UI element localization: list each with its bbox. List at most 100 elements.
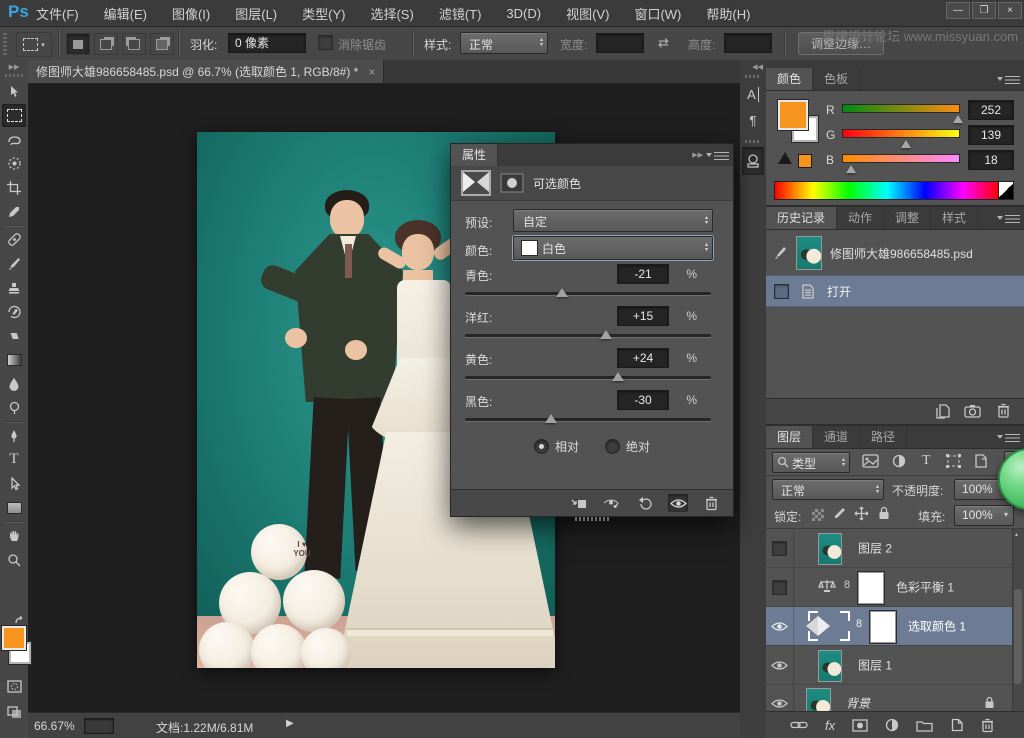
restore-button[interactable]: ❐ bbox=[972, 2, 996, 19]
layer-thumbnail[interactable] bbox=[818, 650, 842, 682]
filter-pixel-layers-icon[interactable] bbox=[862, 454, 879, 468]
paragraph-panel-button[interactable]: ¶ bbox=[742, 108, 764, 132]
red-channel-thumb[interactable] bbox=[953, 115, 963, 123]
antialias-checkbox[interactable] bbox=[318, 35, 333, 50]
add-layer-mask-icon[interactable] bbox=[852, 719, 868, 732]
color-spectrum-ramp[interactable] bbox=[774, 181, 1000, 200]
delete-adjustment-trash-icon[interactable] bbox=[701, 494, 721, 512]
tab-color[interactable]: 颜色 bbox=[766, 68, 813, 90]
toolbar-grip[interactable] bbox=[5, 74, 23, 77]
eyedropper-tool[interactable] bbox=[2, 200, 26, 223]
eraser-tool[interactable] bbox=[2, 324, 26, 347]
magenta-slider-track[interactable] bbox=[465, 334, 711, 337]
tab-properties[interactable]: 属性 bbox=[451, 144, 498, 166]
tool-preset-marquee[interactable]: ▾ bbox=[16, 32, 52, 57]
menu-layer[interactable]: 图层(L) bbox=[235, 4, 277, 23]
history-step-open-row[interactable]: 打开 bbox=[766, 275, 1024, 307]
gradient-tool[interactable] bbox=[2, 348, 26, 371]
absolute-radio[interactable]: 绝对 bbox=[605, 438, 650, 455]
rectangular-marquee-tool[interactable] bbox=[2, 104, 26, 127]
character-panel-button[interactable]: A bbox=[742, 82, 764, 106]
green-channel-slider[interactable] bbox=[842, 129, 960, 138]
menu-window[interactable]: 窗口(W) bbox=[634, 4, 681, 23]
visibility-well[interactable] bbox=[766, 529, 794, 567]
menu-select[interactable]: 选择(S) bbox=[370, 4, 413, 23]
menu-image[interactable]: 图像(I) bbox=[172, 4, 210, 23]
yellow-value[interactable]: +24 bbox=[617, 348, 669, 368]
tab-history[interactable]: 历史记录 bbox=[766, 207, 837, 229]
tab-adjustments[interactable]: 调整 bbox=[884, 207, 931, 229]
tab-styles[interactable]: 样式 bbox=[931, 207, 978, 229]
fill-dropdown[interactable]: 100% ▾ bbox=[954, 505, 1014, 526]
move-tool[interactable] bbox=[2, 80, 26, 103]
lock-position-icon[interactable] bbox=[854, 506, 869, 521]
red-channel-slider[interactable] bbox=[842, 104, 960, 113]
layer-row-color-balance[interactable]: 8 色彩平衡 1 bbox=[766, 568, 1024, 607]
swap-dimensions-icon[interactable]: ⇄ bbox=[658, 35, 669, 51]
width-input[interactable] bbox=[596, 33, 644, 53]
black-slider-track[interactable] bbox=[465, 418, 711, 421]
cyan-slider-track[interactable] bbox=[465, 292, 711, 295]
toolbar-expand-icon[interactable]: ▶▶ bbox=[0, 60, 28, 71]
new-document-from-state-icon[interactable] bbox=[935, 404, 952, 419]
menu-file[interactable]: 文件(F) bbox=[36, 4, 79, 23]
filter-shape-layers-icon[interactable] bbox=[946, 454, 961, 468]
filter-adjustment-layers-icon[interactable] bbox=[892, 454, 906, 468]
height-input[interactable] bbox=[724, 33, 772, 53]
preset-dropdown[interactable]: 自定 ▴▾ bbox=[513, 209, 713, 232]
gamut-warning-swatch[interactable] bbox=[798, 154, 812, 168]
new-layer-icon[interactable] bbox=[950, 718, 964, 732]
type-tool[interactable]: T bbox=[2, 448, 26, 471]
dodge-tool[interactable] bbox=[2, 396, 26, 419]
history-step-checkbox[interactable] bbox=[774, 284, 789, 299]
new-adjustment-layer-icon[interactable] bbox=[885, 718, 899, 732]
tab-channels[interactable]: 通道 bbox=[813, 426, 860, 448]
cyan-value[interactable]: -21 bbox=[617, 264, 669, 284]
quick-selection-tool[interactable] bbox=[2, 152, 26, 175]
close-button[interactable]: × bbox=[998, 2, 1022, 19]
crop-tool[interactable] bbox=[2, 176, 26, 199]
menu-edit[interactable]: 编辑(E) bbox=[104, 4, 147, 23]
hand-tool[interactable] bbox=[2, 524, 26, 547]
layer-style-fx-icon[interactable]: fx bbox=[825, 718, 835, 733]
menu-3d[interactable]: 3D(D) bbox=[506, 6, 541, 21]
layers-scrollbar[interactable]: ▴ ▾ bbox=[1012, 529, 1024, 738]
relative-radio[interactable]: 相对 bbox=[534, 438, 579, 455]
blue-channel-thumb[interactable] bbox=[846, 165, 856, 173]
screen-mode-button[interactable] bbox=[2, 701, 26, 724]
path-selection-tool[interactable] bbox=[2, 472, 26, 495]
layer-name[interactable]: 图层 1 bbox=[858, 657, 892, 674]
layer-mask-thumbnail[interactable] bbox=[858, 572, 884, 604]
black-slider-thumb[interactable] bbox=[545, 414, 557, 423]
yellow-slider-track[interactable] bbox=[465, 376, 711, 379]
gamut-warning-icon[interactable] bbox=[778, 152, 792, 164]
visibility-well[interactable] bbox=[766, 607, 794, 645]
tab-paths[interactable]: 路径 bbox=[860, 426, 907, 448]
shape-tool[interactable] bbox=[2, 496, 26, 519]
zoom-tool[interactable] bbox=[2, 548, 26, 571]
layer-name[interactable]: 色彩平衡 1 bbox=[896, 579, 954, 596]
history-panel-menu-icon[interactable] bbox=[1005, 214, 1020, 223]
intersect-selection-button[interactable] bbox=[150, 33, 174, 55]
spot-healing-brush-tool[interactable] bbox=[2, 228, 26, 251]
tab-swatches[interactable]: 色板 bbox=[813, 68, 860, 90]
magenta-value[interactable]: +15 bbox=[617, 306, 669, 326]
layer-row-layer2[interactable]: 图层 2 bbox=[766, 529, 1024, 568]
layer-name[interactable]: 图层 2 bbox=[858, 540, 892, 557]
visibility-well[interactable] bbox=[766, 646, 794, 684]
zoom-level[interactable]: 66.67% bbox=[34, 719, 75, 733]
tab-actions[interactable]: 动作 bbox=[837, 207, 884, 229]
blue-channel-value[interactable]: 18 bbox=[968, 150, 1014, 170]
panel-collapse-icon[interactable]: ▶▶ bbox=[692, 151, 703, 159]
layer-name[interactable]: 背景 bbox=[846, 695, 870, 712]
blue-channel-slider[interactable] bbox=[842, 154, 960, 163]
style-dropdown[interactable]: 正常 ▴▾ bbox=[460, 32, 548, 54]
layer-filter-dropdown[interactable]: 类型 ▴▾ bbox=[772, 452, 850, 473]
delete-layer-trash-icon[interactable] bbox=[981, 718, 994, 733]
link-layers-icon[interactable] bbox=[790, 720, 808, 730]
properties-titlebar[interactable]: 属性 ▶▶ bbox=[451, 144, 733, 167]
new-snapshot-camera-icon[interactable] bbox=[964, 404, 982, 418]
layer-name[interactable]: 选取颜色 1 bbox=[908, 618, 966, 635]
layer-row-layer1[interactable]: 图层 1 bbox=[766, 646, 1024, 685]
filter-smart-objects-icon[interactable] bbox=[974, 454, 989, 468]
